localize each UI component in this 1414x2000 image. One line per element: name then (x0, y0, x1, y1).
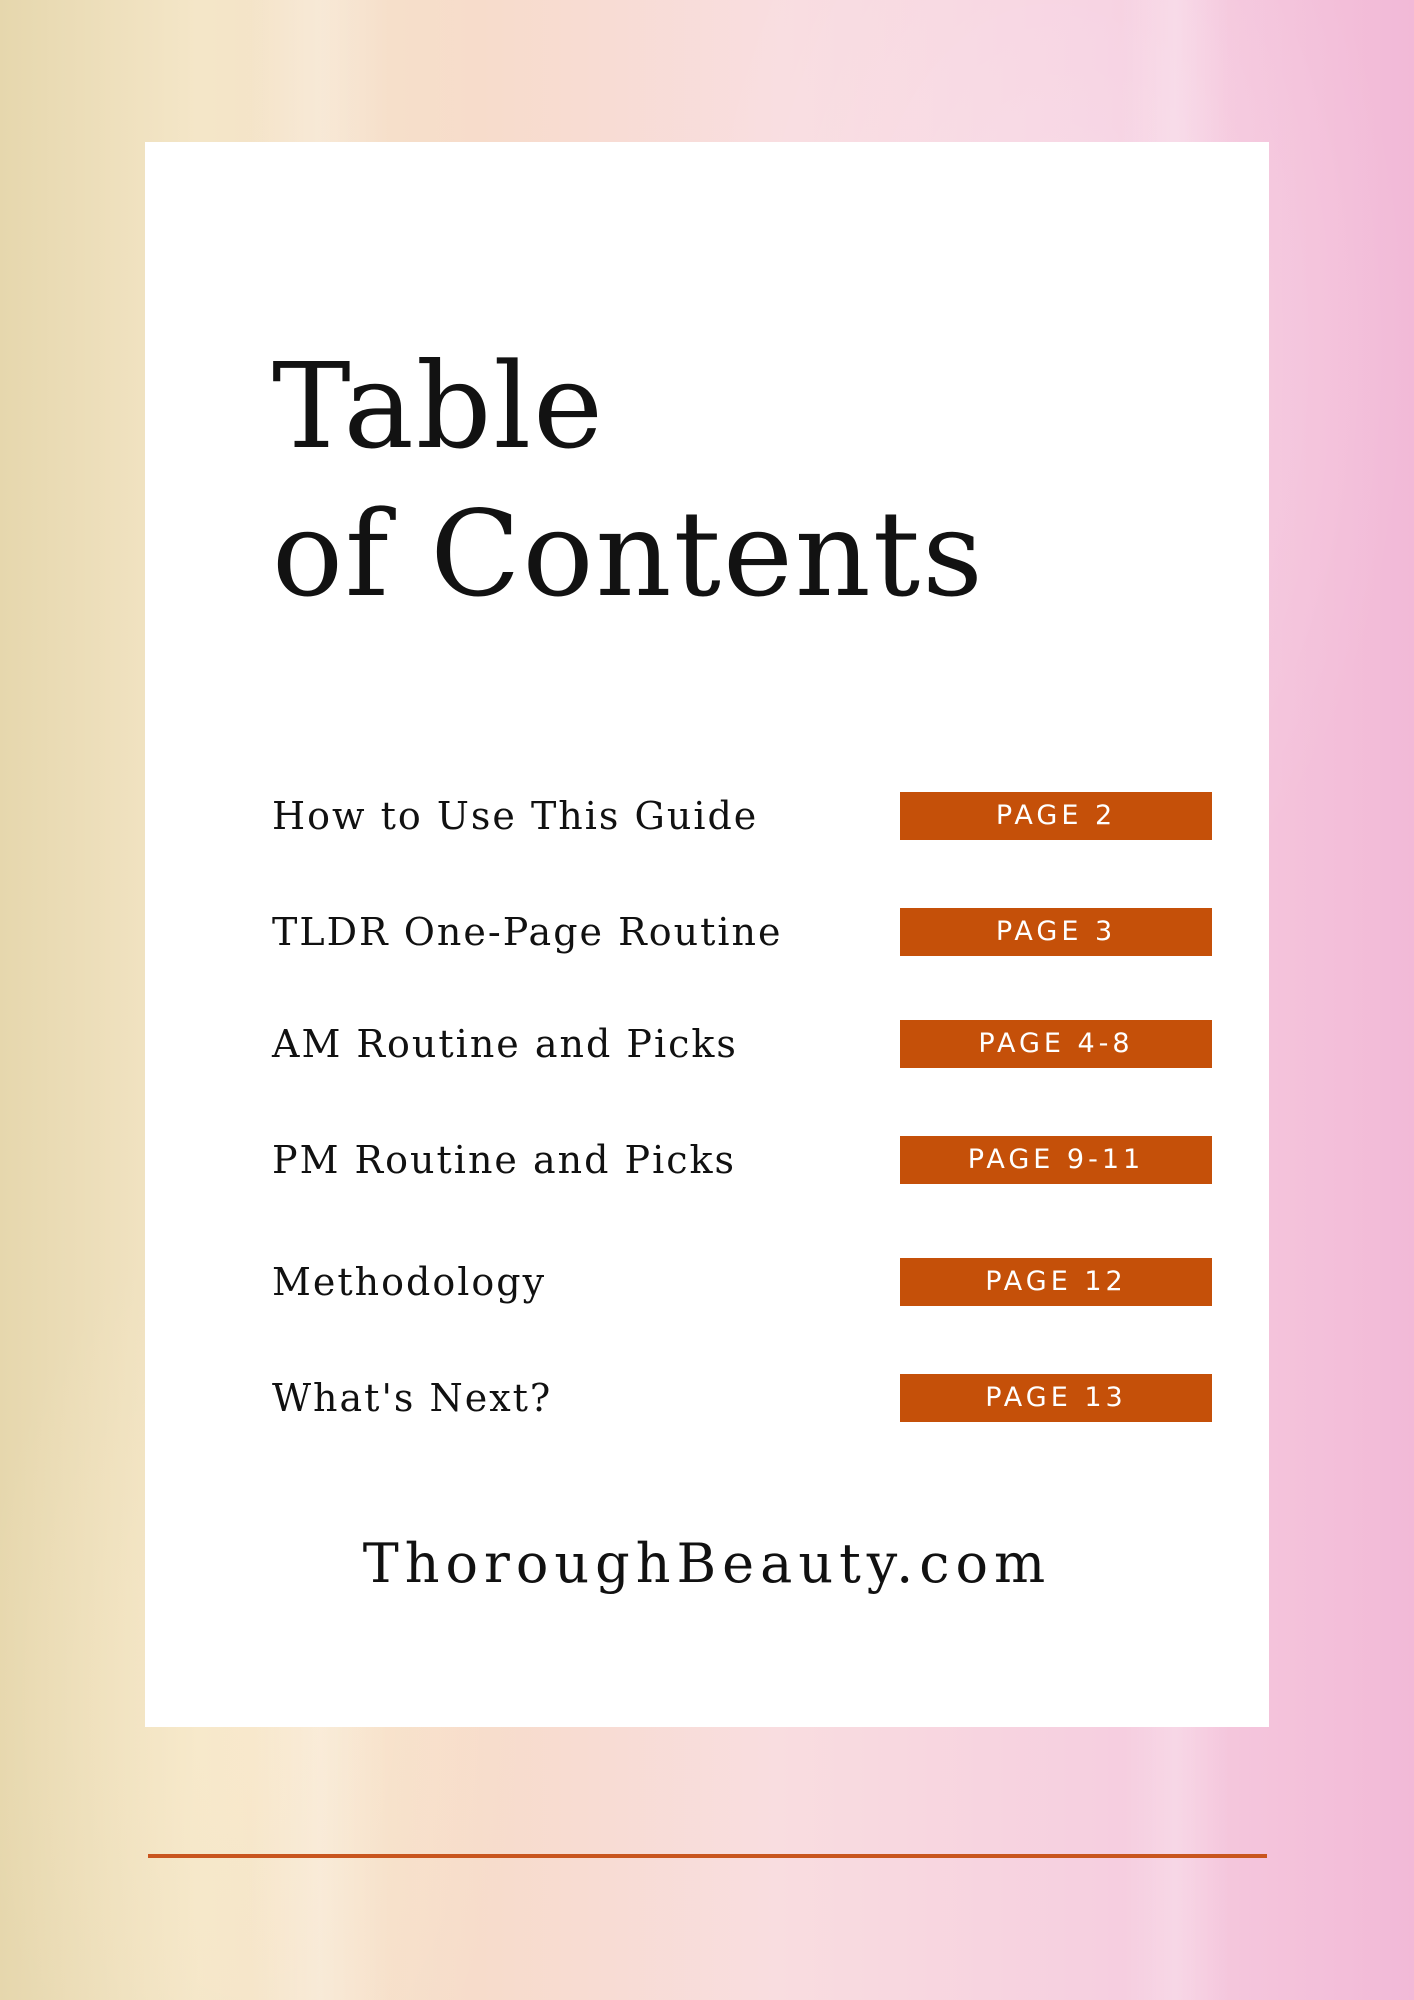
toc-row-tldr[interactable]: TLDR One-Page Routine PAGE 3 (272, 908, 1212, 956)
toc-page-badge: PAGE 2 (900, 792, 1212, 840)
toc-page-badge: PAGE 3 (900, 908, 1212, 956)
toc-row-whats-next[interactable]: What's Next? PAGE 13 (272, 1374, 1212, 1422)
toc-item-label: How to Use This Guide (272, 794, 759, 838)
toc-item-label: AM Routine and Picks (272, 1022, 738, 1066)
toc-item-label: Methodology (272, 1260, 547, 1304)
toc-item-label: What's Next? (272, 1376, 553, 1420)
toc-row-methodology[interactable]: Methodology PAGE 12 (272, 1258, 1212, 1306)
toc-row-pm-routine[interactable]: PM Routine and Picks PAGE 9-11 (272, 1136, 1212, 1184)
toc-item-label: PM Routine and Picks (272, 1138, 737, 1182)
toc-page-badge: PAGE 13 (900, 1374, 1212, 1422)
toc-row-am-routine[interactable]: AM Routine and Picks PAGE 4-8 (272, 1020, 1212, 1068)
bottom-divider-line (148, 1854, 1267, 1858)
table-of-contents-card: Table of Contents How to Use This Guide … (145, 142, 1269, 1727)
toc-row-how-to-use[interactable]: How to Use This Guide PAGE 2 (272, 792, 1212, 840)
toc-page-badge: PAGE 9-11 (900, 1136, 1212, 1184)
website-link[interactable]: ThoroughBeauty.com (145, 1532, 1269, 1595)
toc-page-badge: PAGE 12 (900, 1258, 1212, 1306)
toc-page-badge: PAGE 4-8 (900, 1020, 1212, 1068)
toc-item-label: TLDR One-Page Routine (272, 910, 783, 954)
toc-list: How to Use This Guide PAGE 2 TLDR One-Pa… (272, 142, 1212, 1727)
